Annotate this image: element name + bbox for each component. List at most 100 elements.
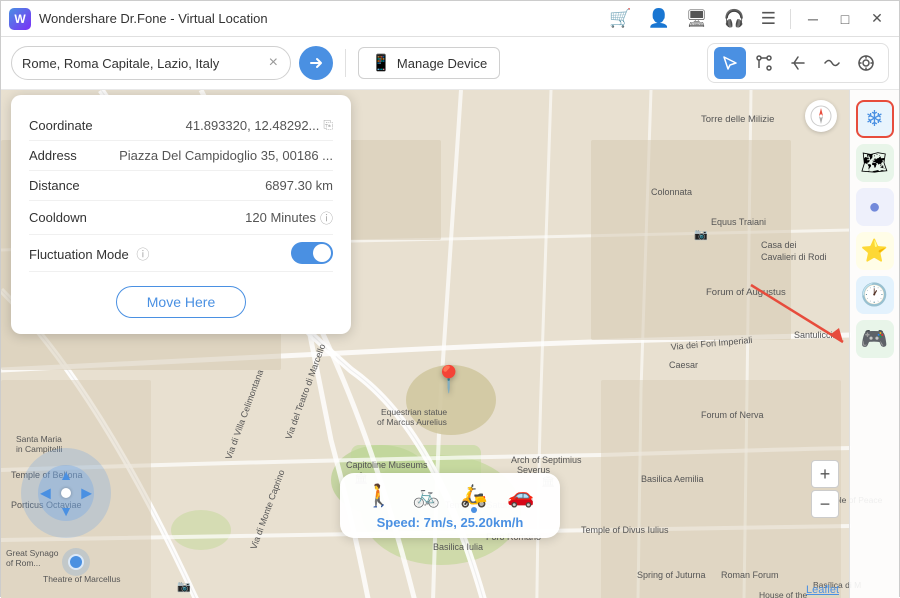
clear-search-button[interactable]: × — [267, 54, 280, 72]
toggle-knob — [313, 244, 331, 262]
toolbar: × 📱 Manage Device — [1, 37, 899, 90]
svg-text:Caesar: Caesar — [669, 360, 698, 370]
zoom-out-button[interactable]: − — [811, 490, 839, 518]
search-box: × — [11, 46, 291, 80]
map-container[interactable]: 📍 Church of the Gesù Torre delle Milizie… — [1, 90, 899, 598]
distance-row: Distance 6897.30 km — [29, 171, 333, 201]
manage-device-button[interactable]: 📱 Manage Device — [358, 47, 500, 79]
teleport-mode-button[interactable] — [714, 47, 746, 79]
headphones-icon[interactable]: 🎧 — [718, 9, 751, 29]
info-panel: Coordinate 41.893320, 12.48292... ⎘ Addr… — [11, 95, 351, 334]
cooldown-label: Cooldown — [29, 210, 87, 225]
speed-panel: 🚶 🚲 🛵 🚗 Speed: 7m/s, 25.20km/h — [340, 473, 560, 538]
manage-device-label: Manage Device — [397, 56, 487, 71]
monitor-icon[interactable]: 🖥 — [680, 9, 714, 29]
coordinate-row: Coordinate 41.893320, 12.48292... ⎘ — [29, 111, 333, 141]
cooldown-value: 120 Minutes ⓘ — [245, 208, 333, 227]
svg-text:Spring of Juturna: Spring of Juturna — [637, 570, 706, 580]
svg-text:Equus Traiani: Equus Traiani — [711, 217, 766, 227]
svg-text:Temple of Divus Iulius: Temple of Divus Iulius — [581, 525, 669, 535]
discord-icon: ● — [868, 196, 880, 219]
coordinate-value: 41.893320, 12.48292... ⎘ — [186, 118, 333, 133]
maps-app-icon[interactable]: 🗺 — [856, 144, 894, 182]
search-input[interactable] — [22, 56, 267, 71]
svg-text:Equestrian statue: Equestrian statue — [381, 407, 447, 417]
bike-mode[interactable]: 🚲 — [413, 483, 440, 509]
joystick-down[interactable]: ▼ — [59, 503, 73, 519]
joystick-left[interactable]: ◀ — [40, 485, 51, 502]
svg-text:📍: 📍 — [433, 364, 465, 394]
jump-mode-button[interactable] — [782, 47, 814, 79]
freeze-app-icon[interactable]: ❄ — [856, 100, 894, 138]
svg-text:Cavalieri di Rodi: Cavalieri di Rodi — [761, 252, 827, 262]
discord-app-icon[interactable]: ● — [856, 188, 894, 226]
go-button[interactable] — [299, 46, 333, 80]
svg-text:Basilica Iulia: Basilica Iulia — [433, 542, 483, 552]
svg-text:of Marcus Aurelius: of Marcus Aurelius — [377, 417, 447, 427]
title-bar: W Wondershare Dr.Fone - Virtual Location… — [1, 1, 899, 37]
star-app-icon[interactable]: ⭐ — [856, 232, 894, 270]
fluctuation-label: Fluctuation Mode ⓘ — [29, 244, 149, 263]
move-here-button[interactable]: Move Here — [116, 286, 246, 318]
clock-app-icon[interactable]: 🕐 — [856, 276, 894, 314]
joystick-outer: ▲ ▼ ◀ ▶ — [21, 448, 111, 538]
transport-icons: 🚶 🚲 🛵 🚗 — [364, 483, 536, 509]
route-mode-button[interactable] — [748, 47, 780, 79]
app-title: Wondershare Dr.Fone - Virtual Location — [39, 11, 268, 26]
star-icon: ⭐ — [861, 238, 888, 264]
joystick-up[interactable]: ▲ — [59, 467, 73, 483]
joystick-right[interactable]: ▶ — [81, 485, 92, 502]
waypoint-mode-button[interactable] — [816, 47, 848, 79]
car-mode[interactable]: 🚗 — [507, 483, 534, 509]
maximize-button[interactable]: □ — [831, 5, 859, 33]
zoom-controls: + − — [811, 460, 839, 518]
svg-text:Arch of Septimius: Arch of Septimius — [511, 455, 582, 465]
fluctuation-help-icon[interactable]: ⓘ — [136, 247, 149, 262]
svg-text:📷: 📷 — [177, 581, 191, 593]
fluctuation-toggle[interactable] — [291, 242, 333, 264]
svg-text:Theatre of Marcellus: Theatre of Marcellus — [43, 574, 120, 584]
maps-icon: 🗺 — [861, 150, 889, 176]
joystick: ▲ ▼ ◀ ▶ — [21, 448, 111, 538]
zoom-in-button[interactable]: + — [811, 460, 839, 488]
svg-text:Santa Maria: Santa Maria — [16, 434, 62, 444]
svg-text:Roman Forum: Roman Forum — [721, 570, 779, 580]
right-sidebar: ❄ 🗺 ● ⭐ 🕐 🎮 — [849, 90, 899, 598]
coordinate-label: Coordinate — [29, 118, 93, 133]
scooter-mode[interactable]: 🛵 — [460, 483, 487, 509]
game-icon: 🎮 — [861, 326, 888, 352]
user-icon[interactable]: 👤 — [642, 8, 676, 29]
title-bar-controls: 🛒 👤 🖥 🎧 ☰ ─ □ ✕ — [603, 5, 891, 33]
close-button[interactable]: ✕ — [863, 5, 891, 33]
phone-icon: 📱 — [371, 53, 391, 73]
address-value: Piazza Del Campidoglio 35, 00186 ... — [119, 148, 333, 163]
map-settings-button[interactable] — [850, 47, 882, 79]
svg-text:of Rom...: of Rom... — [6, 558, 40, 568]
cart-icon[interactable]: 🛒 — [603, 8, 637, 29]
compass[interactable] — [805, 100, 837, 132]
menu-icon[interactable]: ☰ — [755, 9, 782, 29]
address-label: Address — [29, 148, 77, 163]
svg-text:📷: 📷 — [694, 229, 708, 241]
fluctuation-row: Fluctuation Mode ⓘ — [29, 235, 333, 272]
svg-text:Colonnata: Colonnata — [651, 187, 692, 197]
svg-text:Great Synago: Great Synago — [6, 548, 59, 558]
svg-text:Torre delle Milizie: Torre delle Milizie — [701, 114, 774, 125]
joystick-inner: ▲ ▼ ◀ ▶ — [38, 465, 94, 521]
svg-text:Forum of Augustus: Forum of Augustus — [706, 287, 786, 298]
address-row: Address Piazza Del Campidoglio 35, 00186… — [29, 141, 333, 171]
app-logo: W — [9, 8, 31, 30]
minimize-button[interactable]: ─ — [799, 5, 827, 33]
svg-text:Basilica Aemilia: Basilica Aemilia — [641, 474, 704, 484]
copy-coordinate-icon[interactable]: ⎘ — [323, 118, 333, 133]
clock-icon: 🕐 — [861, 282, 888, 308]
title-bar-left: W Wondershare Dr.Fone - Virtual Location — [9, 8, 268, 30]
distance-label: Distance — [29, 178, 80, 193]
cooldown-help-icon[interactable]: ⓘ — [320, 208, 333, 227]
walk-mode[interactable]: 🚶 — [365, 483, 392, 509]
leaflet-attribution[interactable]: Leaflet — [806, 584, 839, 596]
distance-value: 6897.30 km — [265, 178, 333, 193]
speed-text: Speed: 7m/s, 25.20km/h — [364, 515, 536, 530]
map-mode-icons — [707, 43, 889, 83]
game-app-icon[interactable]: 🎮 — [856, 320, 894, 358]
